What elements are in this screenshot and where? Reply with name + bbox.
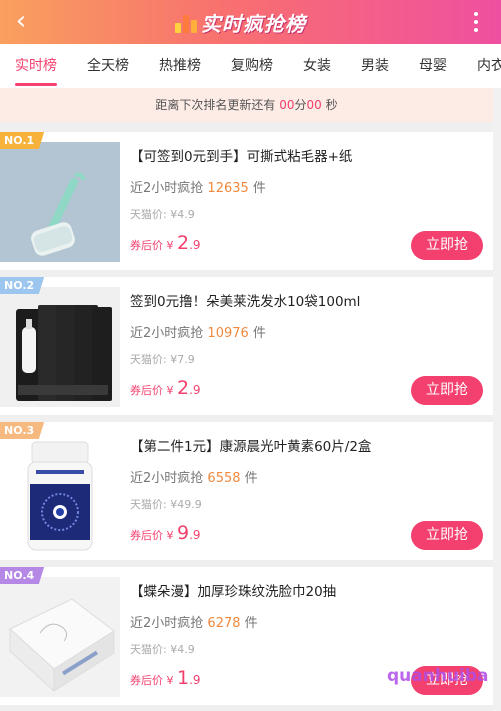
buy-now-button[interactable]: 立即抢 (411, 521, 483, 550)
watermark: quanhuiba (387, 666, 489, 686)
list-item[interactable]: NO.3 【第二件1元】康源晨光叶黄素60片/2盒 近2小时疯抢 6558 件 … (0, 422, 493, 560)
original-price: 天猫价: ¥49.9 (130, 498, 202, 511)
sold-count: 近2小时疯抢 6558 件 (130, 471, 258, 486)
buy-now-button[interactable]: 立即抢 (411, 376, 483, 405)
product-image[interactable] (0, 287, 120, 407)
rank-badge: NO.1 (0, 132, 45, 149)
list-item[interactable]: NO.1 【可签到0元到手】可撕式粘毛器+纸 近2小时疯抢 12635 件 天猫… (0, 132, 493, 270)
tab-men[interactable]: 男装 (361, 44, 389, 88)
coupon-price: 券后价 ¥ 2.9 (130, 232, 201, 254)
sold-count: 近2小时疯抢 6278 件 (130, 616, 258, 631)
tab-allday[interactable]: 全天榜 (87, 44, 129, 88)
coupon-price: 券后价 ¥ 2.9 (130, 377, 201, 399)
tab-hot[interactable]: 热推榜 (159, 44, 201, 88)
coupon-price: 券后价 ¥ 1.9 (130, 667, 201, 689)
rank-badge: NO.3 (0, 422, 45, 439)
original-price: 天猫价: ¥4.9 (130, 208, 195, 221)
product-image[interactable] (0, 142, 120, 262)
sold-count: 近2小时疯抢 12635 件 (130, 181, 266, 196)
page-title-text: 实时疯抢榜 (201, 11, 306, 36)
tab-baby[interactable]: 母婴 (419, 44, 447, 88)
update-countdown: 距离下次排名更新还有 00分00 秒 (0, 88, 493, 122)
tab-repurchase[interactable]: 复购榜 (231, 44, 273, 88)
countdown-seconds: 00 (306, 98, 322, 112)
sold-count: 近2小时疯抢 10976 件 (130, 326, 266, 341)
app-header: ‹ 实时疯抢榜 (0, 0, 501, 44)
product-image[interactable] (0, 577, 120, 697)
bar-chart-icon (175, 11, 197, 33)
buy-now-button[interactable]: 立即抢 (411, 231, 483, 260)
countdown-minutes: 00 (279, 98, 295, 112)
tab-women[interactable]: 女装 (303, 44, 331, 88)
list-item[interactable]: NO.2 签到0元撸！朵美莱洗发水10袋100ml 近2小时疯抢 10976 件… (0, 277, 493, 415)
product-title[interactable]: 签到0元撸！朵美莱洗发水10袋100ml (130, 290, 360, 310)
product-title[interactable]: 【蝶朵漫】加厚珍珠纹洗脸巾20抽 (130, 580, 336, 600)
scrollbar[interactable] (493, 88, 501, 711)
page-title: 实时疯抢榜 (175, 6, 306, 38)
rank-badge: NO.4 (0, 567, 45, 584)
original-price: 天猫价: ¥4.9 (130, 643, 195, 656)
tab-underwear[interactable]: 内衣 (477, 44, 501, 88)
product-title[interactable]: 【可签到0元到手】可撕式粘毛器+纸 (130, 145, 352, 165)
more-vertical-icon[interactable] (473, 12, 479, 32)
rank-badge: NO.2 (0, 277, 45, 294)
tab-realtime[interactable]: 实时榜 (15, 44, 57, 88)
original-price: 天猫价: ¥7.9 (130, 353, 195, 366)
product-image[interactable] (0, 432, 120, 552)
coupon-price: 券后价 ¥ 9.9 (130, 522, 201, 544)
category-tabs: 实时榜 全天榜 热推榜 复购榜 女装 男装 母婴 内衣 (0, 44, 501, 88)
product-title[interactable]: 【第二件1元】康源晨光叶黄素60片/2盒 (130, 435, 371, 455)
chevron-left-icon[interactable]: ‹ (6, 6, 36, 36)
